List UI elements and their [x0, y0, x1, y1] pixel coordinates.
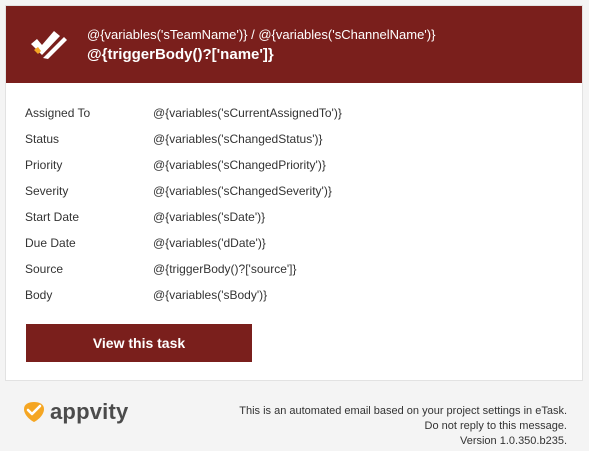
task-title: @{triggerBody()?['name']} [87, 46, 274, 63]
email-header: @{variables('sTeamName')} / @{variables(… [6, 6, 582, 83]
note-line: This is an automated email based on your… [239, 405, 567, 417]
detail-value: @{variables('sDate')} [153, 210, 266, 224]
detail-label: Body [25, 288, 53, 302]
detail-value: @{variables('sChangedPriority')} [153, 158, 326, 172]
detail-label: Severity [25, 184, 69, 198]
detail-value: @{triggerBody()?['source']} [153, 262, 297, 276]
note-line: Do not reply to this message. [424, 420, 567, 432]
detail-label: Assigned To [25, 106, 91, 120]
detail-value: @{variables('sChangedStatus')} [153, 132, 323, 146]
note-line: Version 1.0.350.b235. [459, 435, 567, 447]
etask-checklist-icon [28, 28, 68, 62]
team-channel-line: @{variables('sTeamName')} / @{variables(… [87, 27, 436, 42]
detail-value: @{variables('dDate')} [153, 236, 266, 250]
detail-value: @{variables('sChangedSeverity')} [153, 184, 332, 198]
detail-label: Due Date [25, 236, 76, 250]
view-task-button[interactable]: View this task [26, 324, 252, 362]
automated-email-note: This is an automated email based on your… [239, 404, 567, 449]
detail-label: Start Date [25, 210, 80, 224]
appvity-brand: appvity [50, 399, 129, 424]
detail-value: @{variables('sBody')} [153, 288, 268, 302]
detail-value: @{variables('sCurrentAssignedTo')} [153, 106, 342, 120]
detail-label: Priority [25, 158, 63, 172]
email-card: @{variables('sTeamName')} / @{variables(… [5, 5, 583, 381]
detail-label: Source [25, 262, 64, 276]
detail-label: Status [25, 132, 60, 146]
